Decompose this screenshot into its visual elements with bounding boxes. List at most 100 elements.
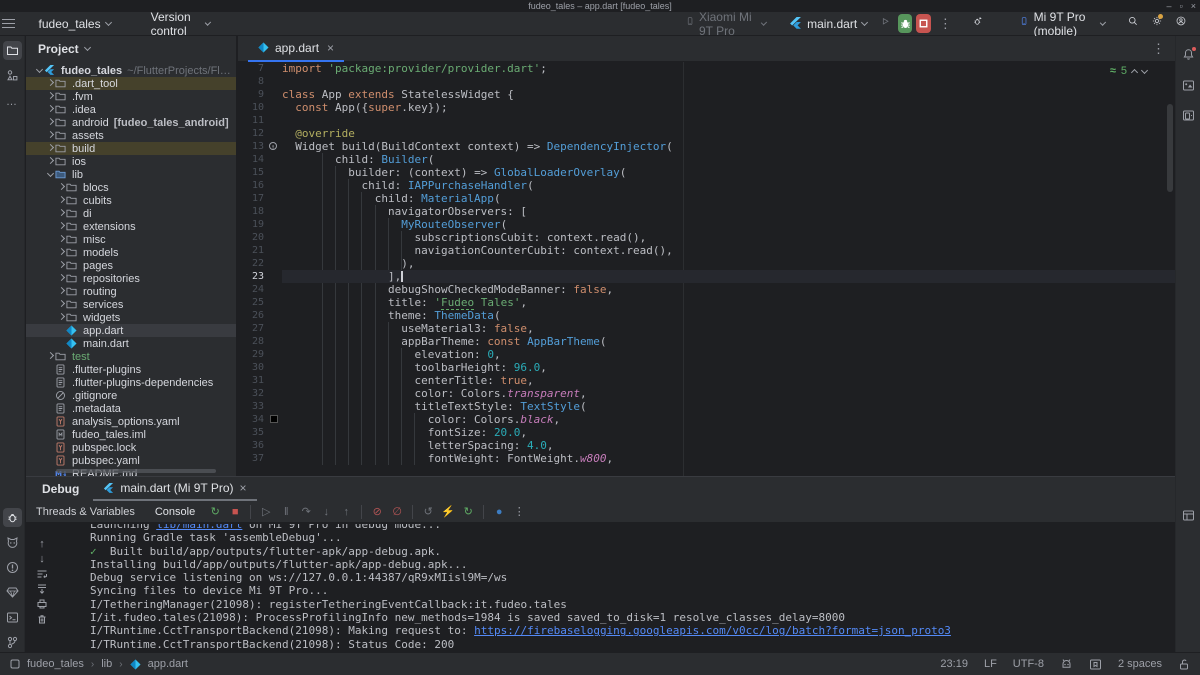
- run-config-selector[interactable]: main.dart: [781, 14, 875, 34]
- code-line-24[interactable]: debugShowCheckedModeBanner: false,: [282, 283, 1175, 296]
- code-pane[interactable]: import 'package:provider/provider.dart';…: [282, 62, 1175, 465]
- git-tool-button[interactable]: [3, 633, 22, 652]
- tree-item-routing[interactable]: routing: [26, 285, 236, 298]
- chevron-right-icon[interactable]: [56, 304, 66, 306]
- code-line-13[interactable]: Widget build(BuildContext context) => De…: [282, 140, 1175, 153]
- console-link[interactable]: https://firebaselogging.googleapis.com/v…: [474, 624, 951, 637]
- chevron-down-icon[interactable]: [34, 70, 44, 72]
- tab-console[interactable]: Console: [145, 506, 205, 518]
- breadcrumb-dir[interactable]: lib: [101, 658, 112, 670]
- tab-close-icon[interactable]: ×: [327, 41, 334, 55]
- gutter-line-33[interactable]: 33: [238, 400, 282, 413]
- code-line-19[interactable]: MyRouteObserver(: [282, 218, 1175, 231]
- code-line-21[interactable]: navigationCounterCubit: context.read(),: [282, 244, 1175, 257]
- line-separator-widget[interactable]: LF: [984, 658, 997, 670]
- debug-tool-button[interactable]: [3, 508, 22, 527]
- tree-item-blocs[interactable]: blocs: [26, 181, 236, 194]
- gutter-line-27[interactable]: 27: [238, 322, 282, 335]
- structure-tool-button[interactable]: [3, 66, 22, 85]
- project-widget[interactable]: fudeo_tales: [31, 14, 119, 34]
- chevron-right-icon[interactable]: [56, 252, 66, 254]
- project-tool-button[interactable]: [3, 41, 22, 60]
- chevron-down-icon[interactable]: [45, 174, 55, 176]
- gutter-line-32[interactable]: 32: [238, 387, 282, 400]
- code-line-26[interactable]: theme: ThemeData(: [282, 309, 1175, 322]
- tree-item-build[interactable]: build: [26, 142, 236, 155]
- tree-item--metadata[interactable]: .metadata: [26, 402, 236, 415]
- tree-item-fudeo-tales[interactable]: fudeo_tales~/FlutterProjects/Flutter In …: [26, 64, 236, 77]
- tree-item--idea[interactable]: .idea: [26, 103, 236, 116]
- code-line-11[interactable]: [282, 114, 1175, 127]
- device-selector[interactable]: Xiaomi Mi 9T Pro: [678, 14, 773, 34]
- scroll-up-icon[interactable]: ↑: [39, 538, 45, 550]
- tree-item--flutter-plugins-dependencies[interactable]: .flutter-plugins-dependencies: [26, 376, 236, 389]
- tree-item-misc[interactable]: misc: [26, 233, 236, 246]
- code-line-27[interactable]: useMaterial3: false,: [282, 322, 1175, 335]
- tree-item-analysis-options-yaml[interactable]: analysis_options.yaml: [26, 415, 236, 428]
- tab-app-dart[interactable]: app.dart ×: [248, 36, 344, 62]
- tree-item-extensions[interactable]: extensions: [26, 220, 236, 233]
- tab-threads-variables[interactable]: Threads & Variables: [26, 506, 145, 518]
- hot-restart-icon[interactable]: ↻: [459, 504, 477, 520]
- gutter-line-20[interactable]: 20: [238, 231, 282, 244]
- clear-console-icon[interactable]: [36, 613, 48, 625]
- soft-wrap-icon[interactable]: [36, 568, 48, 580]
- chevron-right-icon[interactable]: [45, 83, 55, 85]
- code-line-28[interactable]: appBarTheme: const AppBarTheme(: [282, 335, 1175, 348]
- tree-item-assets[interactable]: assets: [26, 129, 236, 142]
- debug-console[interactable]: ↑ ↓ Launching lib/main.dart on Mi 9T Pro…: [26, 524, 1175, 652]
- running-devices-button[interactable]: [1179, 106, 1198, 125]
- terminal-tool-button[interactable]: [3, 608, 22, 627]
- code-line-18[interactable]: navigatorObservers: [: [282, 205, 1175, 218]
- code-line-9[interactable]: class App extends StatelessWidget {: [282, 88, 1175, 101]
- gutter-line-35[interactable]: 35: [238, 426, 282, 439]
- tree-item-repositories[interactable]: repositories: [26, 272, 236, 285]
- robot-icon[interactable]: [1060, 658, 1073, 671]
- gutter-line-10[interactable]: 10: [238, 101, 282, 114]
- gutter-line-37[interactable]: 37: [238, 452, 282, 465]
- tree-item--dart-tool[interactable]: .dart_tool: [26, 77, 236, 90]
- gutter-line-23[interactable]: 23: [238, 270, 282, 283]
- color-preview-swatch[interactable]: [270, 415, 278, 423]
- gutter-line-7[interactable]: 7: [238, 62, 282, 75]
- settings-button[interactable]: [1152, 16, 1162, 31]
- chevron-right-icon[interactable]: [45, 148, 55, 150]
- gutter-line-29[interactable]: 29: [238, 348, 282, 361]
- code-line-10[interactable]: const App({super.key});: [282, 101, 1175, 114]
- device-mirror-selector[interactable]: Mi 9T Pro (mobile): [1012, 14, 1112, 34]
- chevron-right-icon[interactable]: [56, 278, 66, 280]
- code-editor[interactable]: 78910111213↑1415161718192021222324252627…: [238, 62, 1175, 476]
- gutter-line-34[interactable]: 34: [238, 413, 282, 426]
- encoding-widget[interactable]: UTF-8: [1013, 658, 1044, 670]
- tree-item-pubspec-lock[interactable]: pubspec.lock: [26, 441, 236, 454]
- tree-item-lib[interactable]: lib: [26, 168, 236, 181]
- tree-item-cubits[interactable]: cubits: [26, 194, 236, 207]
- debug-session-tab[interactable]: main.dart (Mi 9T Pro) ×: [93, 477, 256, 501]
- code-line-8[interactable]: [282, 75, 1175, 88]
- gutter-line-8[interactable]: 8: [238, 75, 282, 88]
- console-output[interactable]: Launching lib/main.dart on Mi 9T Pro in …: [90, 524, 1171, 651]
- gutter-line-22[interactable]: 22: [238, 257, 282, 270]
- hot-reload-icon[interactable]: ⚡: [439, 504, 457, 520]
- minimize-button[interactable]: –: [1167, 1, 1172, 11]
- gutter-line-18[interactable]: 18: [238, 205, 282, 218]
- device-explorer-button[interactable]: [1179, 76, 1198, 95]
- chevron-right-icon[interactable]: [56, 187, 66, 189]
- step-over-icon[interactable]: ↷: [297, 504, 315, 520]
- chevron-right-icon[interactable]: [56, 200, 66, 202]
- code-line-34[interactable]: color: Colors.black,: [282, 413, 1175, 426]
- tab-close-icon[interactable]: ×: [239, 481, 246, 495]
- chevron-right-icon[interactable]: [45, 161, 55, 163]
- tree-item-android[interactable]: android[fudeo_tales_android]: [26, 116, 236, 129]
- print-icon[interactable]: [36, 598, 48, 610]
- code-line-23[interactable]: ],: [282, 270, 1175, 283]
- tree-item-ios[interactable]: ios: [26, 155, 236, 168]
- chevron-right-icon[interactable]: [56, 317, 66, 319]
- breadcrumb-file[interactable]: app.dart: [148, 658, 188, 670]
- gutter-line-16[interactable]: 16: [238, 179, 282, 192]
- chevron-right-icon[interactable]: [45, 109, 55, 111]
- code-line-35[interactable]: fontSize: 20.0,: [282, 426, 1175, 439]
- tree-item-widgets[interactable]: widgets: [26, 311, 236, 324]
- code-line-17[interactable]: child: MaterialApp(: [282, 192, 1175, 205]
- chevron-right-icon[interactable]: [56, 239, 66, 241]
